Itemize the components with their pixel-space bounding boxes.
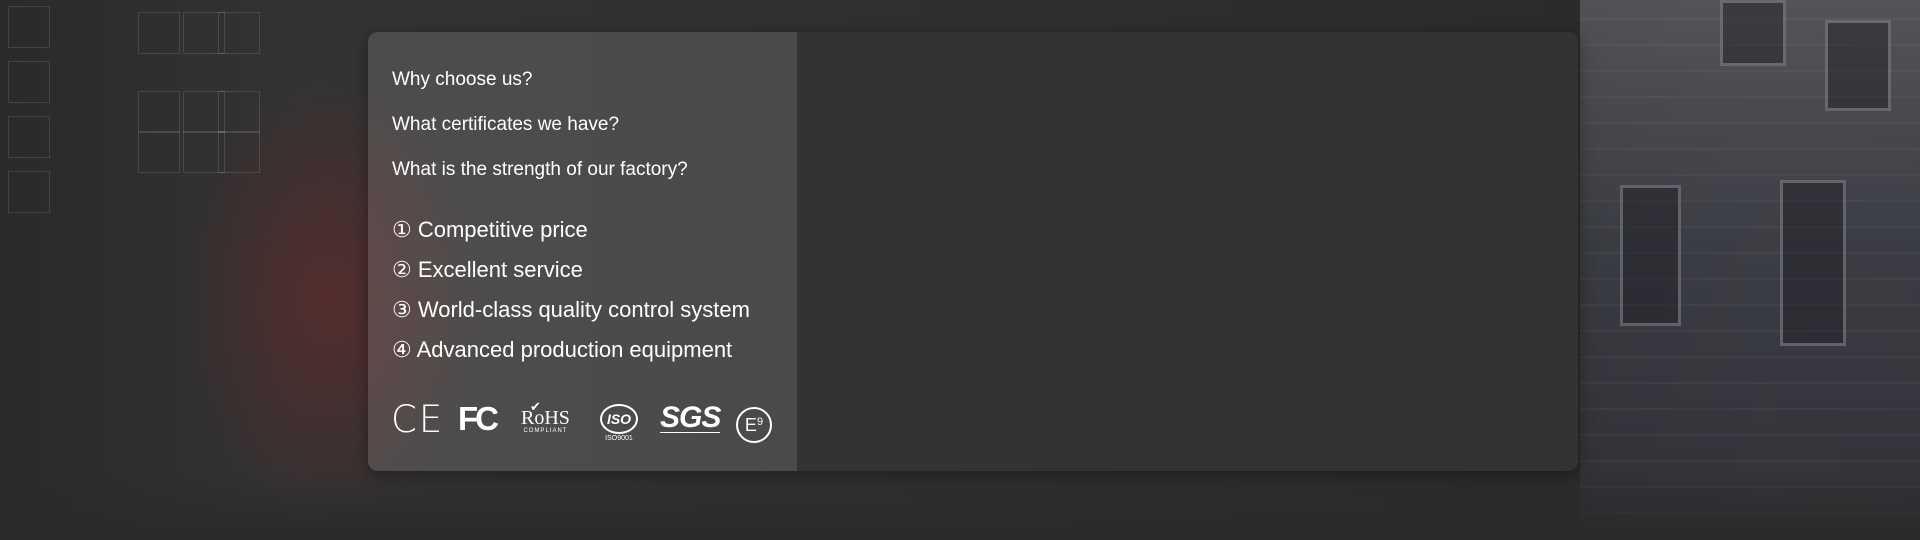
ce-logo-icon: CE <box>391 398 445 441</box>
rohs-logo-text: RoHS <box>521 407 570 429</box>
iso-logo-subtext: ISO9001 <box>605 435 633 442</box>
e9-logo-icon: E9 <box>736 407 772 443</box>
question-factory-strength[interactable]: What is the strength of our factory? <box>392 159 688 181</box>
checkmark-icon: ✔ <box>530 399 541 414</box>
background-floor <box>0 470 1920 540</box>
iso-logo-icon: ISO ISO9001 <box>598 404 640 443</box>
iso-logo-text: ISO <box>600 404 638 434</box>
fc-logo-icon: FC <box>458 400 499 437</box>
e9-logo-letter: E <box>744 414 757 435</box>
question-certificates[interactable]: What certificates we have? <box>392 114 619 136</box>
background-building <box>1580 0 1920 540</box>
feature-quality-control: ③ World-class quality control system <box>392 297 750 322</box>
e9-logo-number: 9 <box>756 416 764 428</box>
intro-card: Why choose us? What certificates we have… <box>368 32 1578 471</box>
sgs-logo-icon: SGS <box>660 401 721 434</box>
feature-production-equipment: ④ Advanced production equipment <box>392 337 733 362</box>
rohs-logo-icon: ✔ RoHS COMPLIANT <box>521 399 570 435</box>
feature-excellent-service: ② Excellent service <box>392 257 583 282</box>
info-panel: Why choose us? What certificates we have… <box>368 32 797 471</box>
rohs-logo-subtext: COMPLIANT <box>523 428 568 434</box>
feature-competitive-price: ① Competitive price <box>392 217 588 242</box>
video-player[interactable] <box>797 32 1578 471</box>
question-why-choose-us[interactable]: Why choose us? <box>392 69 532 91</box>
